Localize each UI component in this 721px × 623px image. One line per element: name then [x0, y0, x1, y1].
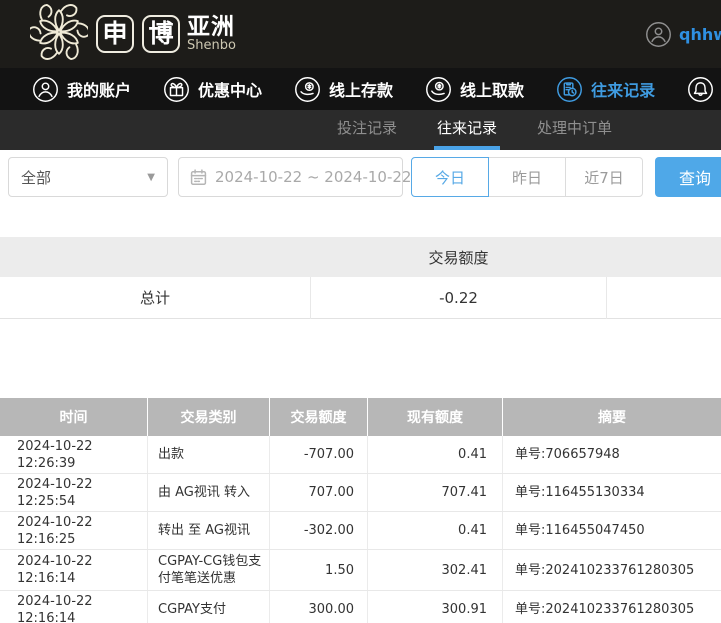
tab-betting-records[interactable]: 投注记录	[334, 110, 400, 150]
cell-balance: 0.41	[368, 436, 503, 473]
calendar-icon	[190, 168, 207, 186]
cell-summary: 单号:116455047450	[515, 523, 645, 538]
summary-empty-cell	[607, 277, 721, 319]
sub-nav: 投注记录 往来记录 处理中订单	[0, 110, 721, 150]
cell-time: 2024-10-22 12:16:25	[0, 512, 148, 549]
cell-type: 出款	[148, 436, 270, 473]
nav-label: 线上存款	[329, 81, 394, 100]
top-bar: 申 博 亚洲 Shenbo qhhw2	[0, 0, 721, 68]
yesterday-button[interactable]: 昨日	[488, 157, 566, 197]
nav-item-online-withdraw[interactable]: 线上取款	[425, 76, 524, 103]
search-button[interactable]: 查询	[655, 157, 721, 197]
cell-type: 转出 至 AG视讯	[148, 512, 270, 549]
cell-amount: -302.00	[270, 512, 368, 549]
main-nav: 我的账户 优惠中心 线上存款 线上取款 往来记录	[0, 68, 721, 110]
summary-total-value: -0.22	[310, 276, 607, 319]
cell-summary: 单号:116455130334	[515, 485, 645, 500]
withdraw-hand-coin-icon	[425, 76, 452, 103]
brand-char-shen: 申	[96, 15, 134, 53]
cell-type: CGPAY-CG钱包支付笔笔送优惠	[148, 550, 270, 590]
nav-label: 优惠中心	[198, 81, 263, 100]
cell-summary: 单号:706657948	[515, 447, 620, 462]
cell-balance: 0.41	[368, 512, 503, 549]
brand-text: 亚洲 Shenbo	[187, 15, 236, 53]
cell-balance: 300.91	[368, 591, 503, 623]
cell-time: 2024-10-22 12:26:39	[0, 436, 148, 473]
page: 申 博 亚洲 Shenbo qhhw2 我的账户	[0, 0, 721, 623]
bell-circle-icon	[687, 76, 714, 103]
records-clipboard-clock-icon	[556, 76, 583, 103]
deposit-hand-coin-icon	[294, 76, 321, 103]
cell-amount: 707.00	[270, 474, 368, 511]
nav-item-online-deposit[interactable]: 线上存款	[294, 76, 393, 103]
brand-char-bo: 博	[142, 15, 180, 53]
column-header-summary: 摘要	[598, 410, 626, 426]
cell-balance: 302.41	[368, 550, 503, 590]
column-header-amount: 交易额度	[270, 398, 368, 436]
cell-time: 2024-10-22 12:25:54	[0, 474, 148, 511]
chevron-down-icon: ▼	[147, 171, 155, 183]
today-button[interactable]: 今日	[411, 157, 489, 197]
column-header-time: 时间	[0, 398, 148, 436]
nav-label: 我的账户	[67, 81, 132, 100]
table-row: 2024-10-22 12:16:14 CGPAY支付 300.00 300.9…	[0, 591, 721, 623]
brand-region: 亚洲	[187, 14, 235, 41]
cell-summary: 单号:202410233761280305	[515, 602, 695, 617]
summary-header-label: 交易额度	[428, 248, 489, 267]
nav-label: 线上取款	[460, 81, 525, 100]
last7days-button[interactable]: 近7日	[565, 157, 643, 197]
filter-bar: 全部 ▼ 2024-10-22 ~ 2024-10-22 今日 昨日 近7日 查…	[8, 157, 721, 197]
quick-date-group: 今日 昨日 近7日	[411, 157, 643, 197]
lotus-logo-icon	[25, 2, 93, 65]
nav-item-messages[interactable]: 信息	[687, 76, 721, 103]
nav-label: 往来记录	[591, 81, 656, 100]
tab-processing-orders[interactable]: 处理中订单	[534, 110, 615, 150]
cell-type: 由 AG视讯 转入	[148, 474, 270, 511]
cell-balance: 707.41	[368, 474, 503, 511]
tab-transaction-records[interactable]: 往来记录	[434, 110, 501, 150]
table-row: 2024-10-22 12:25:54 由 AG视讯 转入 707.00 707…	[0, 474, 721, 512]
cell-amount: 1.50	[270, 550, 368, 590]
cell-amount: -707.00	[270, 436, 368, 473]
category-select[interactable]: 全部 ▼	[8, 157, 168, 197]
user-circle-icon	[32, 76, 59, 103]
table-row: 2024-10-22 12:16:14 CGPAY-CG钱包支付笔笔送优惠 1.…	[0, 550, 721, 591]
summary-table: 交易额度 总计 -0.22	[0, 237, 721, 319]
date-range-value: 2024-10-22 ~ 2024-10-22	[215, 168, 412, 186]
nav-item-transaction-records[interactable]: 往来记录	[556, 76, 655, 103]
records-header-row: 时间 交易类别 交易额度 现有额度 摘要	[0, 398, 721, 436]
cell-time: 2024-10-22 12:16:14	[0, 550, 148, 590]
column-header-balance: 现有额度	[368, 398, 503, 436]
username[interactable]: qhhw2	[679, 25, 721, 44]
nav-item-promotions[interactable]: 优惠中心	[163, 76, 262, 103]
summary-total-label: 总计	[139, 289, 170, 307]
table-row: 2024-10-22 12:26:39 出款 -707.00 0.41 单号:7…	[0, 436, 721, 474]
brand-subtitle: Shenbo	[187, 38, 236, 54]
summary-total-row: 总计 -0.22	[0, 276, 721, 319]
category-select-value: 全部	[21, 168, 52, 187]
cell-type: CGPAY支付	[148, 591, 270, 623]
account-widget[interactable]: qhhw2	[645, 21, 721, 48]
records-table: 时间 交易类别 交易额度 现有额度 摘要 2024-10-22 12:26:39…	[0, 398, 721, 623]
table-row: 2024-10-22 12:16:25 转出 至 AG视讯 -302.00 0.…	[0, 512, 721, 550]
column-header-type: 交易类别	[148, 398, 270, 436]
cell-amount: 300.00	[270, 591, 368, 623]
gift-circle-icon	[163, 76, 190, 103]
cell-summary: 单号:202410233761280305	[515, 562, 695, 578]
summary-header-row: 交易额度	[0, 237, 721, 277]
date-range-input[interactable]: 2024-10-22 ~ 2024-10-22	[178, 157, 411, 197]
user-avatar-icon	[645, 21, 672, 48]
cell-time: 2024-10-22 12:16:14	[0, 591, 148, 623]
nav-item-my-account[interactable]: 我的账户	[32, 76, 131, 103]
